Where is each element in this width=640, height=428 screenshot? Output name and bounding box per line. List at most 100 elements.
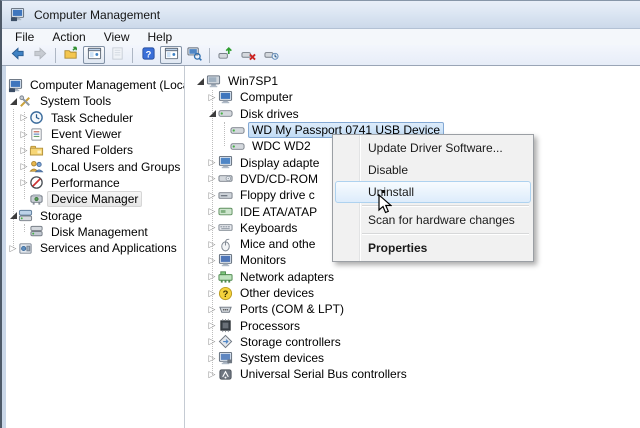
item-label: Win7SP1 bbox=[224, 73, 282, 89]
tree-item-local-users-and-groups[interactable]: ▷Local Users and Groups bbox=[6, 158, 184, 174]
item-label: Storage controllers bbox=[236, 334, 345, 350]
shared-folders-icon bbox=[29, 143, 44, 158]
arrow-back-icon bbox=[10, 46, 25, 64]
expander-collapsed-icon[interactable]: ▷ bbox=[19, 113, 29, 122]
tree-item-system-devices[interactable]: ▷System devices bbox=[190, 350, 640, 366]
tree-item-services-and-applications[interactable]: ▷Services and Applications bbox=[6, 240, 184, 256]
uninstall-device-button[interactable] bbox=[237, 46, 259, 64]
tree-item-other-devices[interactable]: ▷?Other devices bbox=[190, 285, 640, 301]
tree-item-system-tools[interactable]: System Tools bbox=[6, 93, 184, 109]
item-label: Network adapters bbox=[236, 269, 338, 285]
console-window-icon bbox=[164, 46, 179, 64]
item-label: Ports (COM & LPT) bbox=[236, 301, 348, 317]
expander-expanded-icon[interactable] bbox=[8, 212, 18, 219]
update-driver-software-button[interactable] bbox=[214, 46, 236, 64]
item-label: Disk drives bbox=[236, 106, 303, 122]
expander-collapsed-icon[interactable]: ▷ bbox=[206, 240, 218, 249]
expander-collapsed-icon[interactable]: ▷ bbox=[206, 289, 218, 298]
tree-item-disk-drives[interactable]: Disk drives bbox=[190, 106, 640, 122]
expander-collapsed-icon[interactable]: ▷ bbox=[206, 305, 218, 314]
arrow-forward-icon bbox=[33, 46, 48, 64]
expander-collapsed-icon[interactable]: ▷ bbox=[8, 244, 18, 253]
tree-item-network-adapters[interactable]: ▷ Network adapters bbox=[190, 269, 640, 285]
expander-collapsed-icon[interactable]: ▷ bbox=[19, 162, 29, 171]
tree-item-computer[interactable]: ▷Computer bbox=[190, 89, 640, 105]
context-menu-item-uninstall[interactable]: Uninstall bbox=[335, 181, 531, 203]
expander-collapsed-icon[interactable]: ▷ bbox=[206, 321, 218, 330]
item-label: Universal Serial Bus controllers bbox=[236, 366, 411, 382]
export-list-button[interactable] bbox=[106, 46, 128, 64]
tree-item-performance[interactable]: ▷Performance bbox=[6, 175, 184, 191]
item-label: Floppy drive c bbox=[236, 187, 319, 203]
context-menu-item-scan-for-hardware-changes[interactable]: Scan for hardware changes bbox=[335, 209, 531, 231]
expander-collapsed-icon[interactable]: ▷ bbox=[19, 130, 29, 139]
storage-controller-icon bbox=[218, 334, 233, 349]
tree-item-win7sp1[interactable]: Win7SP1 bbox=[190, 73, 640, 89]
menu-help[interactable]: Help bbox=[139, 29, 182, 45]
tree-item-ports-com-lpt[interactable]: ▷ Ports (COM & LPT) bbox=[190, 301, 640, 317]
disk-drive-icon bbox=[218, 106, 233, 121]
tree-item-event-viewer[interactable]: ▷Event Viewer bbox=[6, 126, 184, 142]
show-action-pane-button[interactable] bbox=[160, 46, 182, 64]
up-one-level-button[interactable] bbox=[60, 46, 82, 64]
tree-item-computer-management-local[interactable]: Computer Management (Local bbox=[6, 77, 184, 93]
computer-root-icon bbox=[206, 74, 221, 89]
tree-item-storage[interactable]: Storage bbox=[6, 207, 184, 223]
device-manager-icon bbox=[29, 192, 44, 207]
expander-collapsed-icon[interactable]: ▷ bbox=[206, 207, 218, 216]
show-console-tree-button[interactable] bbox=[83, 46, 105, 64]
usb-controller-icon bbox=[218, 367, 233, 382]
help-button[interactable]: ? bbox=[137, 46, 159, 64]
expander-collapsed-icon[interactable]: ▷ bbox=[206, 370, 218, 379]
expander-collapsed-icon[interactable]: ▷ bbox=[206, 174, 218, 183]
expander-collapsed-icon[interactable]: ▷ bbox=[206, 223, 218, 232]
item-label: Disk Management bbox=[47, 224, 152, 240]
item-label: Display adapte bbox=[236, 155, 323, 171]
expander-expanded-icon[interactable] bbox=[8, 98, 18, 105]
svg-text:?: ? bbox=[223, 288, 229, 298]
console-tree-pane: Computer Management (LocalSystem Tools▷T… bbox=[6, 66, 184, 428]
expander-collapsed-icon[interactable]: ▷ bbox=[206, 256, 218, 265]
context-menu-item-disable[interactable]: Disable bbox=[335, 159, 531, 181]
menu-file[interactable]: File bbox=[6, 29, 43, 45]
context-menu: Update Driver Software...DisableUninstal… bbox=[332, 134, 534, 262]
tree-item-task-scheduler[interactable]: ▷Task Scheduler bbox=[6, 110, 184, 126]
back-button[interactable] bbox=[6, 46, 28, 64]
tree-item-device-manager[interactable]: Device Manager bbox=[6, 191, 184, 207]
search-computer-button[interactable] bbox=[183, 46, 205, 64]
floppy-drive-icon bbox=[218, 188, 233, 203]
context-menu-item-update-driver-software[interactable]: Update Driver Software... bbox=[335, 137, 531, 159]
menu-view[interactable]: View bbox=[95, 29, 139, 45]
expander-collapsed-icon[interactable]: ▷ bbox=[206, 272, 218, 281]
disk-management-icon bbox=[29, 224, 44, 239]
menu-bar: FileActionViewHelp bbox=[2, 29, 640, 45]
mouse-icon bbox=[218, 237, 233, 252]
expander-collapsed-icon[interactable]: ▷ bbox=[19, 146, 29, 155]
forward-button[interactable] bbox=[29, 46, 51, 64]
tree-item-processors[interactable]: ▷ Processors bbox=[190, 317, 640, 333]
tree-item-storage-controllers[interactable]: ▷ Storage controllers bbox=[190, 334, 640, 350]
expander-collapsed-icon[interactable]: ▷ bbox=[206, 337, 218, 346]
folder-up-icon bbox=[64, 46, 79, 64]
context-menu-separator bbox=[362, 233, 529, 235]
expander-expanded-icon[interactable] bbox=[194, 78, 206, 85]
menu-action[interactable]: Action bbox=[43, 29, 94, 45]
expander-collapsed-icon[interactable]: ▷ bbox=[206, 158, 218, 167]
expander-collapsed-icon[interactable]: ▷ bbox=[206, 191, 218, 200]
tree-item-disk-management[interactable]: Disk Management bbox=[6, 224, 184, 240]
item-label: Processors bbox=[236, 318, 304, 334]
tree-item-universal-serial-bus-controllers[interactable]: ▷ Universal Serial Bus controllers bbox=[190, 366, 640, 382]
item-label: Keyboards bbox=[236, 220, 301, 236]
storage-icon bbox=[18, 208, 33, 223]
title-bar[interactable]: Computer Management bbox=[2, 1, 640, 29]
expander-collapsed-icon[interactable]: ▷ bbox=[206, 354, 218, 363]
scan-hardware-changes-button[interactable] bbox=[260, 46, 282, 64]
computer-management-icon bbox=[8, 78, 23, 93]
context-menu-item-properties[interactable]: Properties bbox=[335, 237, 531, 259]
expander-collapsed-icon[interactable]: ▷ bbox=[19, 178, 29, 187]
expander-expanded-icon[interactable] bbox=[206, 110, 218, 117]
expander-collapsed-icon[interactable]: ▷ bbox=[206, 93, 218, 102]
tree-item-shared-folders[interactable]: ▷Shared Folders bbox=[6, 142, 184, 158]
toolbar-separator bbox=[132, 48, 133, 63]
ide-controller-icon bbox=[218, 204, 233, 219]
